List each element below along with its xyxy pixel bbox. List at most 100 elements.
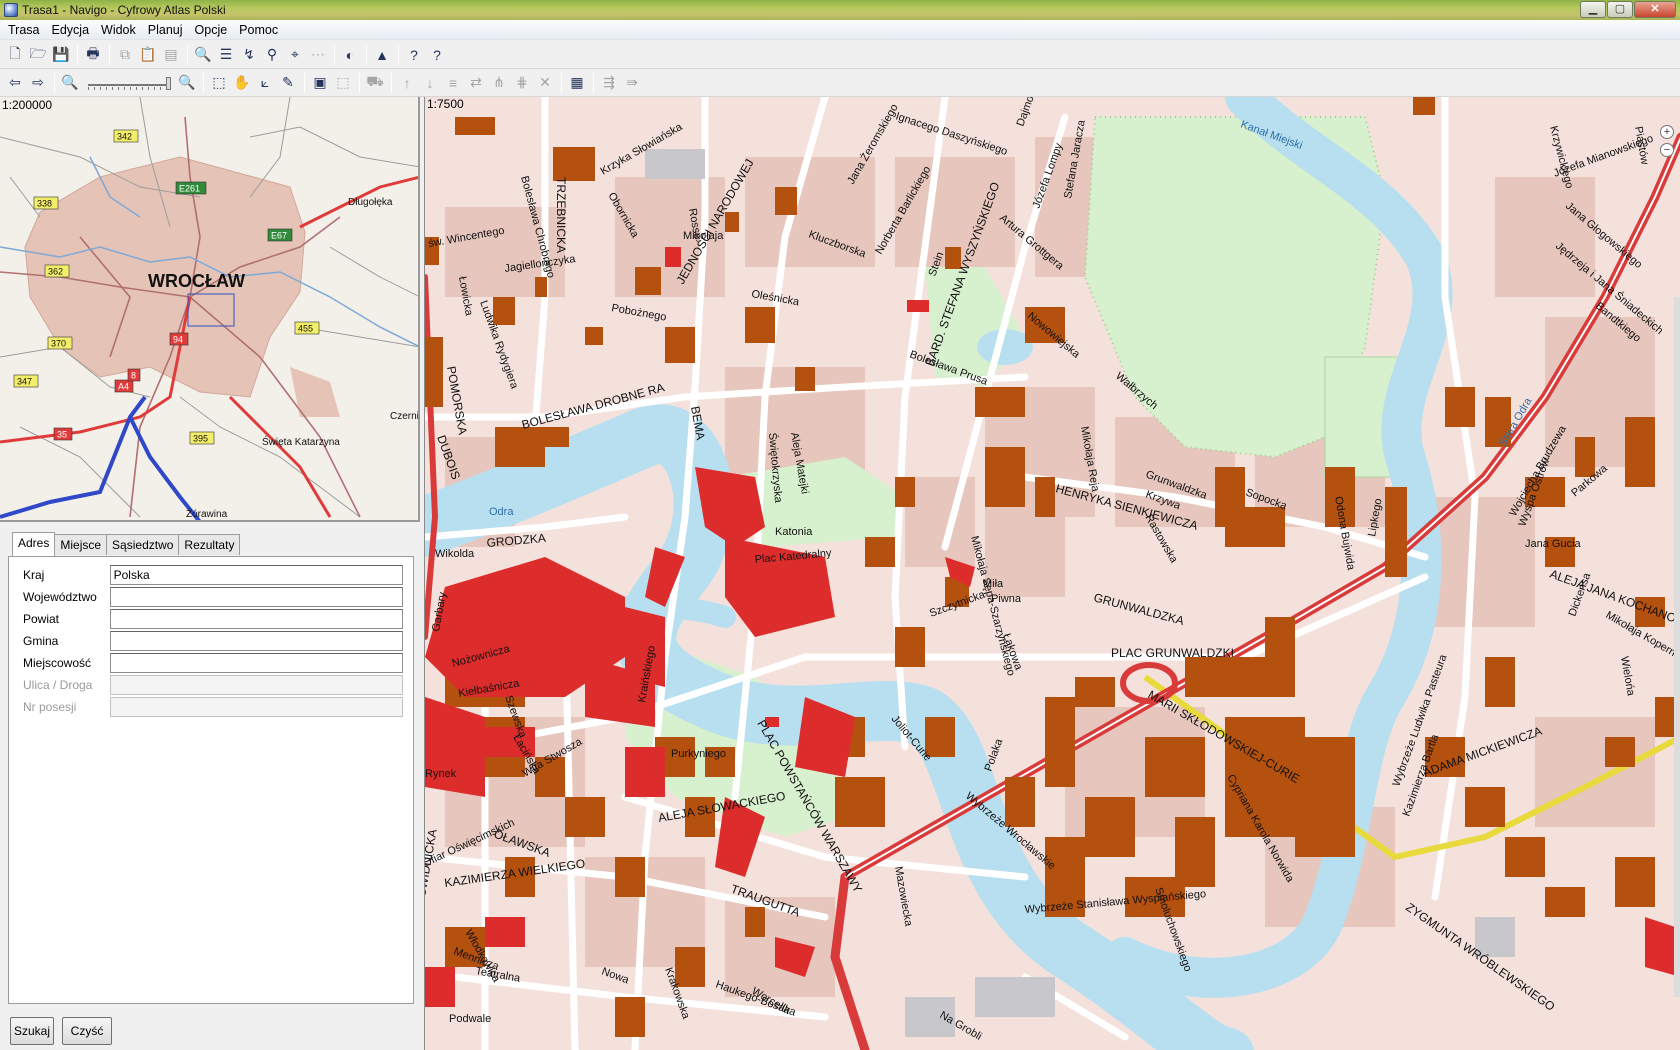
binoculars-icon[interactable]: ⚲: [261, 44, 283, 66]
svg-text:8: 8: [131, 371, 136, 381]
overview-scale: 1:200000: [2, 98, 53, 112]
zoom-slider[interactable]: [86, 74, 172, 92]
street-label: GRUNWALDZKA: [1092, 590, 1185, 628]
form-row: Powiat: [23, 609, 403, 629]
road-badge: 455: [294, 321, 320, 335]
toolbar-separator: [54, 72, 55, 93]
menu-2[interactable]: Widok: [95, 23, 142, 37]
menu-4[interactable]: Opcje: [189, 23, 234, 37]
zoom-out-icon[interactable]: 🔍: [59, 72, 81, 94]
menu-1[interactable]: Edycja: [46, 23, 96, 37]
zoom-out-icon[interactable]: −: [1660, 143, 1674, 157]
car-icon[interactable]: ⛟: [364, 72, 386, 94]
zoom-slider-thumb[interactable]: [166, 76, 171, 90]
main-map[interactable]: Ignacego Daszyńskiego Dajmora Kanał Miejsk…: [424, 97, 1680, 1050]
tab-2[interactable]: Sąsiedztwo: [106, 534, 180, 555]
open-folder-icon[interactable]: 🗁: [27, 44, 49, 66]
copy-icon[interactable]: ⧉: [114, 44, 136, 66]
back-icon[interactable]: ⇦: [4, 72, 26, 94]
form-input-1[interactable]: [109, 587, 403, 607]
pen-icon[interactable]: ✎: [277, 72, 299, 94]
select-icon[interactable]: ⬚: [208, 72, 230, 94]
svg-text:E67: E67: [271, 231, 287, 241]
toolbar-separator: [391, 72, 392, 93]
toolbar-separator: [187, 44, 188, 65]
main-map-canvas[interactable]: Ignacego DaszyńskiegoDajmoraKanał Miejsk…: [425, 97, 1680, 1050]
form-input-6[interactable]: [109, 697, 403, 717]
measure-icon[interactable]: ⟀: [254, 72, 276, 94]
move-up-icon[interactable]: ↑: [396, 72, 418, 94]
toolbar-separator: [561, 72, 562, 93]
clear-button[interactable]: Czyść: [62, 1017, 112, 1045]
zoom-in-icon[interactable]: +: [1660, 125, 1674, 139]
itinerary-icon[interactable]: ▦: [566, 72, 588, 94]
find-icon[interactable]: 🔍: [192, 44, 214, 66]
route-swap-icon[interactable]: ⇄: [465, 72, 487, 94]
form-row: Ulica / Droga: [23, 675, 403, 695]
map-scrollbar[interactable]: [1674, 297, 1680, 997]
overview-map[interactable]: 1:200000 342 338 E261 E67 362 455 370 34…: [0, 97, 420, 522]
overview-city-label: WROCŁAW: [148, 271, 245, 291]
route-export-icon[interactable]: ⇛: [621, 72, 643, 94]
forward-icon[interactable]: ⇨: [27, 72, 49, 94]
route-icon[interactable]: ↯: [238, 44, 260, 66]
tab-3[interactable]: Rezultaty: [178, 534, 241, 555]
menu-5[interactable]: Pomoc: [233, 23, 284, 37]
help-icon[interactable]: ?: [403, 44, 425, 66]
print-icon[interactable]: 🖶: [82, 44, 104, 66]
street-label: Polaka: [983, 736, 1006, 773]
zoom-in-icon[interactable]: 🔍: [176, 72, 198, 94]
form-input-3[interactable]: [109, 631, 403, 651]
select-area-icon[interactable]: ⬚: [332, 72, 354, 94]
minimize-icon[interactable]: ▁: [1580, 1, 1606, 18]
main-toolbar: 🗋 🗁 💾 🖶 ⧉ 📋 ▤ 🔍 ☰ ↯ ⚲ ⌖ ⋯ ◐ ▲??: [0, 41, 1680, 69]
maximize-icon[interactable]: ▢: [1607, 1, 1633, 18]
delete-icon[interactable]: ✕: [534, 72, 556, 94]
street-label: Miła: [983, 578, 1004, 590]
save-icon[interactable]: 💾: [50, 44, 72, 66]
title-bar: Trasa1 - Navigo - Cyfrowy Atlas Polski ▁…: [0, 0, 1680, 20]
route-split-icon[interactable]: ⋔: [488, 72, 510, 94]
map-view-icon[interactable]: ▣: [309, 72, 331, 94]
toolbar-separator: [109, 44, 110, 65]
locate-icon[interactable]: ⌖: [284, 44, 306, 66]
road-badge: 342: [113, 129, 139, 143]
menu-0[interactable]: Trasa: [2, 23, 46, 37]
hand-pan-icon[interactable]: ✋: [231, 72, 253, 94]
form-input-0[interactable]: [109, 565, 403, 585]
context-help-icon[interactable]: ?: [426, 44, 448, 66]
globe-icon[interactable]: [4, 3, 18, 17]
new-file-icon[interactable]: 🗋: [4, 44, 26, 66]
form-row: Gmina: [23, 631, 403, 651]
move-down-icon[interactable]: ↓: [419, 72, 441, 94]
paste-icon[interactable]: 📋: [137, 44, 159, 66]
search-button[interactable]: Szukaj: [10, 1017, 54, 1045]
form-input-5[interactable]: [109, 675, 403, 695]
form-row: Kraj: [23, 565, 403, 585]
list-icon[interactable]: ☰: [215, 44, 237, 66]
svg-text:347: 347: [17, 377, 32, 387]
tab-0[interactable]: Adres: [12, 532, 56, 556]
svg-text:395: 395: [193, 434, 208, 444]
grid-icon[interactable]: ⋯: [307, 44, 329, 66]
route-merge-icon[interactable]: ⋕: [511, 72, 533, 94]
street-label: Purkyniego: [671, 748, 726, 760]
navigate-icon[interactable]: ▲: [371, 44, 393, 66]
form-input-4[interactable]: [109, 653, 403, 673]
form-input-2[interactable]: [109, 609, 403, 629]
form-row: Miejscowość: [23, 653, 403, 673]
svg-text:342: 342: [117, 132, 132, 142]
menu-3[interactable]: Planuj: [142, 23, 189, 37]
contrast-icon[interactable]: ◐: [339, 44, 361, 66]
form-label: Gmina: [23, 634, 59, 648]
road-badge: 362: [44, 264, 70, 278]
tab-1[interactable]: Miejsce: [54, 534, 108, 555]
street-label: Ignacego Daszyńskiego: [894, 110, 1009, 158]
close-icon[interactable]: ✕: [1634, 1, 1676, 18]
overview-map-canvas[interactable]: 342 338 E261 E67 362 455 370 347 94 A48 35 395 WROC…: [0, 97, 420, 522]
clipboard-icon[interactable]: ▤: [160, 44, 182, 66]
road-badge: 370: [47, 336, 73, 350]
route-calc-icon[interactable]: ⇶: [598, 72, 620, 94]
street-label: Wielońa: [1618, 655, 1637, 697]
align-icon[interactable]: ≡: [442, 72, 464, 94]
